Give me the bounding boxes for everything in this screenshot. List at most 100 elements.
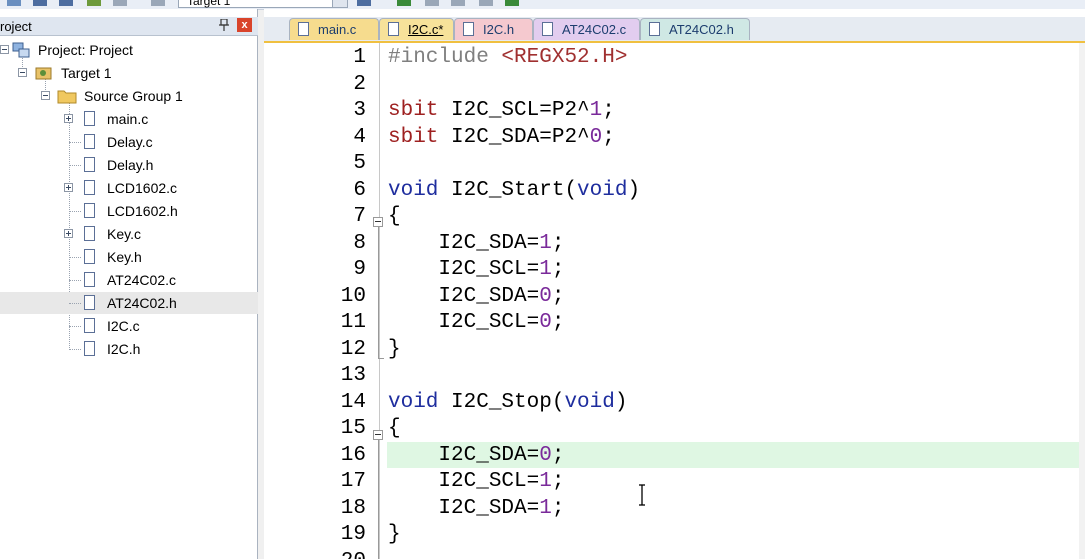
editor-tabbar: main.c I2C.c* I2C.h AT24C02.c AT24C02.h [264, 17, 1085, 43]
tree-item-label: Delay.c [107, 134, 153, 150]
tree-item-source-group[interactable]: Source Group 1 [0, 85, 258, 107]
tab-file[interactable]: I2C.h [454, 18, 533, 40]
expand-icon[interactable] [64, 183, 73, 192]
code-line[interactable]: 5 [264, 151, 1085, 177]
code-line[interactable]: 17 I2C_SCL=1; [264, 469, 1085, 495]
line-number: 6 [353, 178, 366, 202]
toolbar-icon[interactable] [58, 0, 74, 8]
code-text: I2C_SCL=1; [388, 258, 565, 281]
tab-file[interactable]: I2C.c* [379, 18, 454, 40]
editor: main.c I2C.c* I2C.h AT24C02.c AT24C02.h 1 #in… [264, 9, 1085, 559]
code-line[interactable]: 12} [264, 337, 1085, 363]
tree-item-file[interactable]: Key.h [0, 246, 258, 268]
tree-item-file[interactable]: I2C.c [0, 315, 258, 337]
toolbar-icon[interactable] [504, 0, 520, 8]
toolbar-icon[interactable] [150, 0, 166, 8]
code-line[interactable]: 6 void I2C_Start(void) [264, 178, 1085, 204]
folder-icon [57, 90, 77, 104]
tab-file[interactable]: AT24C02.c [533, 18, 640, 40]
code-line[interactable]: 13 [264, 363, 1085, 389]
code-text: void I2C_Start(void) [388, 178, 641, 202]
fold-collapse-icon[interactable] [373, 217, 383, 227]
tree-item-file[interactable]: AT24C02.c [0, 269, 258, 291]
tab-file[interactable]: AT24C02.h [640, 18, 750, 40]
file-icon [84, 341, 95, 356]
code-text: sbit I2C_SCL=P2^1; [388, 99, 615, 122]
code-line[interactable]: 8 I2C_SDA=1; [264, 231, 1085, 257]
tree-connector [69, 349, 81, 350]
file-icon [84, 134, 95, 149]
code-line[interactable]: 10 I2C_SDA=0; [264, 284, 1085, 310]
tree-connector [69, 257, 81, 258]
line-number: 18 [340, 496, 366, 520]
code-line[interactable]: 16 I2C_SDA=0; [264, 443, 1085, 469]
code-text: } [388, 523, 401, 546]
toolbar-icon[interactable] [396, 0, 412, 8]
tree-item-file[interactable]: LCD1602.c [0, 177, 258, 199]
tree-connector [69, 326, 81, 327]
tree-item-file[interactable]: main.c [0, 108, 258, 130]
tree-item-target[interactable]: Target 1 [0, 62, 258, 84]
tree-item-file[interactable]: LCD1602.h [0, 200, 258, 222]
tree-item-file[interactable]: AT24C02.h [0, 292, 258, 314]
code-view[interactable]: 1 #include <REGX52.H> 2 3 sbit I2C_SCL=P2^1;… [264, 43, 1085, 559]
code-text: I2C_SDA=1; [388, 231, 565, 255]
chevron-down-icon[interactable] [332, 0, 347, 7]
line-number: 10 [340, 284, 366, 308]
close-label: x [241, 19, 248, 31]
expand-icon[interactable] [64, 114, 73, 123]
toolbar-icon[interactable] [450, 0, 466, 8]
file-icon [649, 22, 660, 36]
code-line[interactable]: 11 I2C_SCL=0; [264, 310, 1085, 336]
pin-icon[interactable] [219, 19, 229, 31]
toolbar-icon[interactable] [112, 0, 128, 8]
tree-item-file[interactable]: Key.c [0, 223, 258, 245]
line-number: 15 [340, 417, 366, 440]
tab-label: AT24C02.c [562, 22, 627, 37]
toolbar-icon[interactable] [478, 0, 494, 8]
tree-item-label: LCD1602.h [107, 203, 178, 219]
expand-icon[interactable] [64, 229, 73, 238]
collapse-icon[interactable] [0, 45, 9, 54]
code-text: I2C_SDA=0; [388, 284, 565, 308]
code-line[interactable]: 14 void I2C_Stop(void) [264, 390, 1085, 416]
collapse-icon[interactable] [18, 68, 27, 77]
toolbar-icon[interactable] [6, 0, 22, 8]
tree-item-file[interactable]: Delay.c [0, 131, 258, 153]
code-line[interactable]: 19} [264, 522, 1085, 548]
toolbar-icon[interactable] [32, 0, 48, 8]
vertical-scrollbar[interactable] [1079, 43, 1085, 559]
code-line[interactable]: 3 sbit I2C_SCL=P2^1; [264, 98, 1085, 124]
code-line[interactable]: 2 [264, 72, 1085, 98]
tree-item-label: Key.c [107, 226, 141, 242]
code-line[interactable]: 4 sbit I2C_SDA=P2^0; [264, 125, 1085, 151]
target-select[interactable]: Target 1 [178, 0, 348, 8]
line-number: 8 [353, 231, 366, 255]
fold-collapse-icon[interactable] [373, 430, 383, 440]
tree-item-project[interactable]: Project: Project [0, 39, 258, 61]
code-line[interactable]: 15 { [264, 416, 1085, 442]
code-line[interactable]: 7{ [264, 204, 1085, 230]
line-number: 17 [340, 470, 366, 493]
close-icon[interactable]: x [237, 18, 252, 32]
code-line[interactable]: 9 I2C_SCL=1; [264, 257, 1085, 283]
code-line[interactable]: 18 I2C_SDA=1; [264, 496, 1085, 522]
toolbar-icon[interactable] [86, 0, 102, 8]
line-number: 16 [340, 443, 366, 467]
tree-item-file[interactable]: I2C.h [0, 338, 258, 360]
tab-label: AT24C02.h [669, 22, 734, 37]
tree-item-file[interactable]: Delay.h [0, 154, 258, 176]
file-icon [463, 22, 474, 36]
tree-item-label: main.c [107, 111, 149, 127]
target-icon [35, 67, 52, 80]
file-icon [84, 249, 95, 264]
collapse-icon[interactable] [41, 91, 50, 100]
tab-label: main.c [318, 22, 357, 37]
code-line[interactable]: 20 [264, 549, 1085, 559]
code-line[interactable]: 1 #include <REGX52.H> [264, 45, 1085, 71]
options-icon[interactable] [356, 0, 372, 8]
tab-file[interactable]: main.c [289, 18, 379, 40]
toolbar-icon[interactable] [424, 0, 440, 8]
tree-item-label: AT24C02.h [107, 295, 177, 311]
project-panel: roject x Project: Project Target 1 Sourc… [0, 9, 258, 559]
